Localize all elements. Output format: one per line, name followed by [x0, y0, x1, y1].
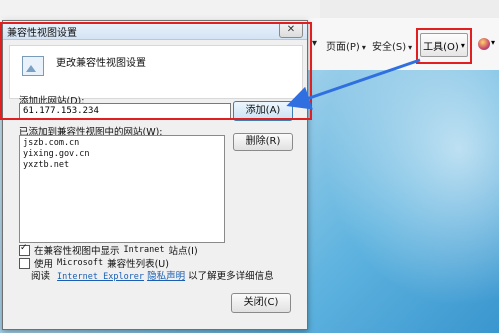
- annotation-arrow-line: [286, 58, 421, 110]
- annotation-arrow: [286, 58, 421, 110]
